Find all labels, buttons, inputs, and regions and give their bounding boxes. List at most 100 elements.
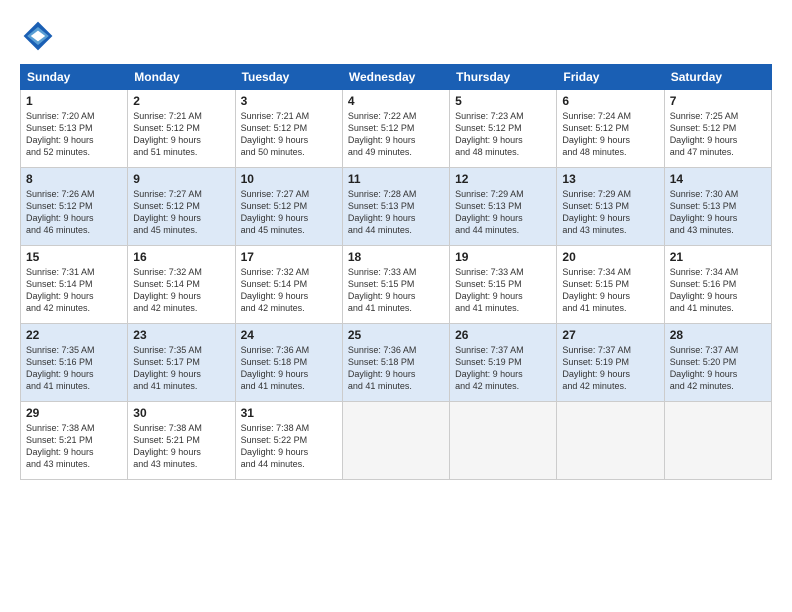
day-number: 23: [133, 328, 229, 342]
day-info: Sunrise: 7:35 AM Sunset: 5:17 PM Dayligh…: [133, 344, 229, 393]
day-info: Sunrise: 7:34 AM Sunset: 5:15 PM Dayligh…: [562, 266, 658, 315]
day-number: 31: [241, 406, 337, 420]
calendar-cell: 27Sunrise: 7:37 AM Sunset: 5:19 PM Dayli…: [557, 324, 664, 402]
calendar-cell: 24Sunrise: 7:36 AM Sunset: 5:18 PM Dayli…: [235, 324, 342, 402]
day-number: 14: [670, 172, 766, 186]
weekday-header-tuesday: Tuesday: [235, 65, 342, 90]
day-number: 20: [562, 250, 658, 264]
calendar-cell: 5Sunrise: 7:23 AM Sunset: 5:12 PM Daylig…: [450, 90, 557, 168]
day-info: Sunrise: 7:24 AM Sunset: 5:12 PM Dayligh…: [562, 110, 658, 159]
day-info: Sunrise: 7:21 AM Sunset: 5:12 PM Dayligh…: [133, 110, 229, 159]
calendar-cell: 3 Sunrise: 7:21 AM Sunset: 5:12 PM Daylig…: [235, 90, 342, 168]
day-number: 8: [26, 172, 122, 186]
calendar-week-2: 8 Sunrise: 7:26 AM Sunset: 5:12 PM Daylig…: [21, 168, 772, 246]
logo: [20, 18, 62, 54]
calendar-cell: 2 Sunrise: 7:21 AM Sunset: 5:12 PM Daylig…: [128, 90, 235, 168]
day-info: Sunrise: 7:35 AM Sunset: 5:16 PM Dayligh…: [26, 344, 122, 393]
day-number: 18: [348, 250, 444, 264]
day-info: Sunrise: 7:38 AM Sunset: 5:22 PM Dayligh…: [241, 422, 337, 471]
day-info: Sunrise: 7:33 AM Sunset: 5:15 PM Dayligh…: [348, 266, 444, 315]
calendar-cell: 13 Sunrise: 7:29 AM Sunset: 5:13 PM Dayli…: [557, 168, 664, 246]
weekday-header-saturday: Saturday: [664, 65, 771, 90]
calendar-cell: 23 Sunrise: 7:35 AM Sunset: 5:17 PM Dayli…: [128, 324, 235, 402]
calendar-cell: 15Sunrise: 7:31 AM Sunset: 5:14 PM Dayli…: [21, 246, 128, 324]
day-number: 29: [26, 406, 122, 420]
weekday-header-row: SundayMondayTuesdayWednesdayThursdayFrid…: [21, 65, 772, 90]
day-info: Sunrise: 7:37 AM Sunset: 5:20 PM Dayligh…: [670, 344, 766, 393]
weekday-header-friday: Friday: [557, 65, 664, 90]
day-number: 12: [455, 172, 551, 186]
calendar-cell: 12 Sunrise: 7:29 AM Sunset: 5:13 PM Dayli…: [450, 168, 557, 246]
day-number: 25: [348, 328, 444, 342]
calendar-cell: 21Sunrise: 7:34 AM Sunset: 5:16 PM Dayli…: [664, 246, 771, 324]
header: [20, 18, 772, 54]
calendar-cell: 16 Sunrise: 7:32 AM Sunset: 5:14 PM Dayli…: [128, 246, 235, 324]
day-number: 7: [670, 94, 766, 108]
day-number: 17: [241, 250, 337, 264]
day-number: 3: [241, 94, 337, 108]
day-number: 26: [455, 328, 551, 342]
calendar-cell: 20 Sunrise: 7:34 AM Sunset: 5:15 PM Dayli…: [557, 246, 664, 324]
day-info: Sunrise: 7:32 AM Sunset: 5:14 PM Dayligh…: [241, 266, 337, 315]
calendar-week-5: 29 Sunrise: 7:38 AM Sunset: 5:21 PM Dayli…: [21, 402, 772, 480]
day-info: Sunrise: 7:30 AM Sunset: 5:13 PM Dayligh…: [670, 188, 766, 237]
calendar-cell: 18 Sunrise: 7:33 AM Sunset: 5:15 PM Dayli…: [342, 246, 449, 324]
day-info: Sunrise: 7:25 AM Sunset: 5:12 PM Dayligh…: [670, 110, 766, 159]
day-info: Sunrise: 7:27 AM Sunset: 5:12 PM Dayligh…: [133, 188, 229, 237]
day-number: 22: [26, 328, 122, 342]
day-number: 27: [562, 328, 658, 342]
day-number: 5: [455, 94, 551, 108]
calendar-cell: 9 Sunrise: 7:27 AM Sunset: 5:12 PM Daylig…: [128, 168, 235, 246]
day-info: Sunrise: 7:36 AM Sunset: 5:18 PM Dayligh…: [348, 344, 444, 393]
day-info: Sunrise: 7:38 AM Sunset: 5:21 PM Dayligh…: [26, 422, 122, 471]
day-info: Sunrise: 7:34 AM Sunset: 5:16 PM Dayligh…: [670, 266, 766, 315]
day-info: Sunrise: 7:32 AM Sunset: 5:14 PM Dayligh…: [133, 266, 229, 315]
calendar-cell: 6 Sunrise: 7:24 AM Sunset: 5:12 PM Daylig…: [557, 90, 664, 168]
day-info: Sunrise: 7:36 AM Sunset: 5:18 PM Dayligh…: [241, 344, 337, 393]
day-number: 30: [133, 406, 229, 420]
day-number: 15: [26, 250, 122, 264]
day-number: 13: [562, 172, 658, 186]
day-number: 11: [348, 172, 444, 186]
calendar-cell: 31 Sunrise: 7:38 AM Sunset: 5:22 PM Dayli…: [235, 402, 342, 480]
calendar-cell: 29 Sunrise: 7:38 AM Sunset: 5:21 PM Dayli…: [21, 402, 128, 480]
day-number: 6: [562, 94, 658, 108]
calendar-cell: 11Sunrise: 7:28 AM Sunset: 5:13 PM Dayli…: [342, 168, 449, 246]
calendar-week-4: 22 Sunrise: 7:35 AM Sunset: 5:16 PM Dayli…: [21, 324, 772, 402]
calendar-cell: 19Sunrise: 7:33 AM Sunset: 5:15 PM Dayli…: [450, 246, 557, 324]
calendar-cell: 7 Sunrise: 7:25 AM Sunset: 5:12 PM Daylig…: [664, 90, 771, 168]
day-info: Sunrise: 7:29 AM Sunset: 5:13 PM Dayligh…: [455, 188, 551, 237]
calendar-cell: 8 Sunrise: 7:26 AM Sunset: 5:12 PM Daylig…: [21, 168, 128, 246]
day-number: 16: [133, 250, 229, 264]
weekday-header-thursday: Thursday: [450, 65, 557, 90]
day-number: 1: [26, 94, 122, 108]
calendar-cell: [664, 402, 771, 480]
calendar-cell: 17 Sunrise: 7:32 AM Sunset: 5:14 PM Dayli…: [235, 246, 342, 324]
day-number: 10: [241, 172, 337, 186]
calendar-cell: 10Sunrise: 7:27 AM Sunset: 5:12 PM Dayli…: [235, 168, 342, 246]
day-number: 19: [455, 250, 551, 264]
calendar-cell: [450, 402, 557, 480]
day-number: 9: [133, 172, 229, 186]
calendar-cell: 14 Sunrise: 7:30 AM Sunset: 5:13 PM Dayli…: [664, 168, 771, 246]
day-number: 4: [348, 94, 444, 108]
calendar-cell: [342, 402, 449, 480]
day-info: Sunrise: 7:29 AM Sunset: 5:13 PM Dayligh…: [562, 188, 658, 237]
logo-icon: [20, 18, 56, 54]
day-number: 2: [133, 94, 229, 108]
day-number: 28: [670, 328, 766, 342]
page: SundayMondayTuesdayWednesdayThursdayFrid…: [0, 0, 792, 612]
day-info: Sunrise: 7:37 AM Sunset: 5:19 PM Dayligh…: [455, 344, 551, 393]
day-info: Sunrise: 7:22 AM Sunset: 5:12 PM Dayligh…: [348, 110, 444, 159]
calendar-cell: [557, 402, 664, 480]
calendar-cell: 25 Sunrise: 7:36 AM Sunset: 5:18 PM Dayli…: [342, 324, 449, 402]
calendar-cell: 22 Sunrise: 7:35 AM Sunset: 5:16 PM Dayli…: [21, 324, 128, 402]
calendar-cell: 1 Sunrise: 7:20 AM Sunset: 5:13 PM Daylig…: [21, 90, 128, 168]
day-info: Sunrise: 7:26 AM Sunset: 5:12 PM Dayligh…: [26, 188, 122, 237]
day-info: Sunrise: 7:20 AM Sunset: 5:13 PM Dayligh…: [26, 110, 122, 159]
day-info: Sunrise: 7:21 AM Sunset: 5:12 PM Dayligh…: [241, 110, 337, 159]
calendar-cell: 28 Sunrise: 7:37 AM Sunset: 5:20 PM Dayli…: [664, 324, 771, 402]
calendar-cell: 4 Sunrise: 7:22 AM Sunset: 5:12 PM Daylig…: [342, 90, 449, 168]
day-info: Sunrise: 7:38 AM Sunset: 5:21 PM Dayligh…: [133, 422, 229, 471]
weekday-header-monday: Monday: [128, 65, 235, 90]
